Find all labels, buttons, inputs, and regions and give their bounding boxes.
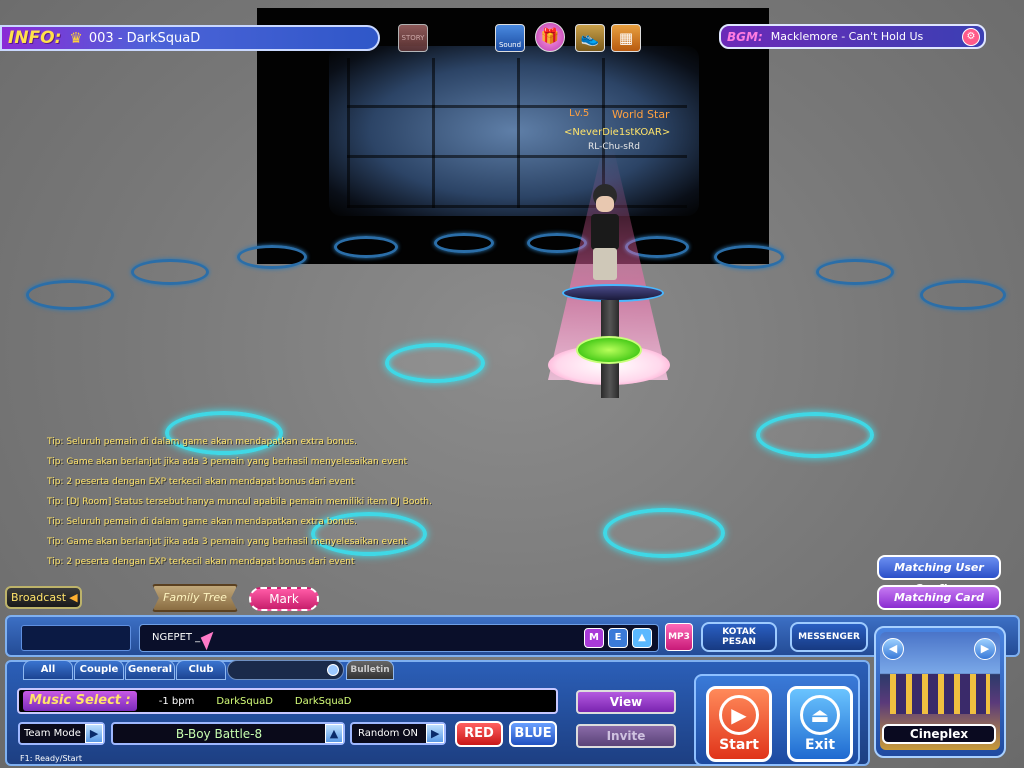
status-line: F1: Ready/Start — [20, 754, 83, 763]
broadcast-label: Broadcast — [11, 591, 67, 604]
tab-club[interactable]: Club — [176, 660, 226, 680]
bgm-song-title: Macklemore - Can't Hold Us — [770, 30, 924, 43]
song-selector[interactable]: B-Boy Battle-8 ▲ — [111, 722, 345, 745]
tip-line: Tip: Game akan berlanjut jika ada 3 pema… — [47, 537, 408, 547]
kotak-pesan-label-1: KOTAK — [722, 627, 756, 637]
crown-icon: ♛ — [69, 29, 83, 47]
team-red-button[interactable]: RED — [455, 721, 503, 747]
shoe-icon[interactable]: 👟 — [575, 24, 605, 52]
matching-user-confirm-button[interactable]: Matching User Confirm — [877, 555, 1001, 595]
family-tree-button[interactable]: Family Tree — [152, 584, 238, 612]
tip-line: Tip: 2 peserta dengan EXP terkecil akan … — [47, 477, 355, 487]
floor-ring — [131, 259, 209, 285]
exit-label: Exit — [804, 737, 836, 753]
tips-log: Tip: Seluruh pemain di dalam game akan m… — [47, 436, 507, 576]
song-artist: DarkSquaD — [216, 695, 273, 707]
player-guild: <NeverDie1stKOAR> — [564, 127, 671, 138]
bgm-settings-icon[interactable]: ⚙ — [962, 28, 980, 46]
venue-next-icon[interactable]: ▶ — [974, 638, 996, 660]
story-icon[interactable]: STORY — [398, 24, 428, 52]
song-list-up-icon[interactable]: ▲ — [325, 724, 343, 743]
mail-icon[interactable]: M — [584, 628, 604, 648]
megaphone-icon: ◀ — [69, 591, 78, 604]
floor-pattern-icon[interactable]: ▦ — [611, 24, 641, 52]
team-mode-label: Team Mode — [24, 728, 81, 739]
floor-ring — [385, 343, 485, 383]
gift-icon[interactable]: 🎁 — [535, 22, 565, 52]
floor-ring — [434, 233, 494, 253]
venue-prev-icon[interactable]: ◀ — [882, 638, 904, 660]
tab-bulletin[interactable]: Bulletin — [346, 660, 394, 680]
search-icon[interactable] — [327, 664, 339, 676]
chat-input[interactable]: NGEPET _ — [139, 624, 659, 652]
floor-ring — [527, 233, 587, 253]
song-name: B-Boy Battle-8 — [175, 726, 263, 741]
info-label: INFO: — [8, 28, 62, 48]
dj-booth-base-light — [576, 336, 642, 364]
team-mode-next-icon[interactable]: ▶ — [85, 724, 103, 743]
room-number-name: 003 - DarkSquaD — [88, 30, 201, 46]
chat-bar: NGEPET _ M E ▲ MP3 KOTAK PESAN MESSENGER — [5, 615, 1020, 657]
start-button[interactable]: ▶ Start — [706, 686, 772, 762]
start-label: Start — [719, 737, 759, 753]
venue-name: Cineplex — [882, 724, 996, 744]
chat-search-box[interactable] — [227, 660, 344, 680]
matching-card-button[interactable]: Matching Card — [877, 585, 1001, 610]
emoticon-icon[interactable]: E — [608, 628, 628, 648]
tip-line: Tip: Seluruh pemain di dalam game akan m… — [47, 437, 357, 447]
bgm-label: BGM: — [727, 29, 763, 44]
view-button[interactable]: View — [576, 690, 676, 714]
tab-all[interactable]: All — [23, 660, 73, 680]
floor-ring — [920, 280, 1006, 310]
mp3-icon[interactable]: MP3 — [665, 623, 693, 651]
story-icon-label: STORY — [401, 34, 425, 42]
player-title: World Star — [612, 108, 670, 121]
chat-input-text: NGEPET _ — [152, 632, 201, 643]
invite-button[interactable]: Invite — [576, 724, 676, 748]
sound-icon-label: Sound — [498, 41, 522, 49]
floor-ring — [237, 245, 307, 269]
team-mode-selector[interactable]: Team Mode ▶ — [18, 722, 105, 745]
exit-button[interactable]: ⏏ Exit — [787, 686, 853, 762]
tab-general[interactable]: General — [125, 660, 175, 680]
messenger-button[interactable]: MESSENGER — [790, 622, 868, 652]
dancer-avatar — [585, 184, 625, 282]
tip-line: Tip: [DJ Room] Status tersebut hanya mun… — [47, 497, 432, 507]
eject-icon: ⏏ — [800, 695, 840, 735]
player-level: Lv.5 — [569, 108, 590, 119]
broadcast-button[interactable]: Broadcast ◀ — [5, 586, 82, 609]
tip-line: Tip: Seluruh pemain di dalam game akan m… — [47, 517, 357, 527]
bgm-bar: BGM: Macklemore - Can't Hold Us ⚙ — [719, 24, 986, 49]
matching-card-label: Matching Card — [893, 591, 985, 604]
random-next-icon[interactable]: ▶ — [426, 724, 444, 743]
floor-ring — [26, 280, 114, 310]
music-select-bar: Music Select : -1 bpm DarkSquaD DarkSqua… — [17, 688, 558, 714]
random-selector[interactable]: Random ON ▶ — [350, 722, 446, 745]
room-info-bar: INFO: ♛ 003 - DarkSquaD — [0, 25, 380, 51]
tip-line: Tip: 2 peserta dengan EXP terkecil akan … — [47, 557, 355, 567]
floor-ring — [714, 245, 784, 269]
chat-channel-box[interactable] — [21, 625, 131, 651]
floor-ring — [816, 259, 894, 285]
floor-ring — [756, 412, 874, 458]
tab-couple[interactable]: Couple — [74, 660, 124, 680]
song-maker: DarkSquaD — [294, 695, 352, 707]
tip-line: Tip: Game akan berlanjut jika ada 3 pema… — [47, 457, 408, 467]
play-icon: ▶ — [719, 695, 759, 735]
kotak-pesan-button[interactable]: KOTAK PESAN — [701, 622, 777, 652]
sound-icon[interactable]: Sound — [495, 24, 525, 52]
floor-ring — [334, 236, 398, 258]
mark-button[interactable]: Mark — [249, 587, 319, 611]
team-blue-button[interactable]: BLUE — [509, 721, 557, 747]
expand-chat-icon[interactable]: ▲ — [632, 628, 652, 648]
music-select-label: Music Select : — [23, 691, 137, 711]
song-bpm: -1 bpm — [158, 695, 195, 707]
floor-ring — [603, 508, 725, 558]
random-label: Random ON — [358, 728, 418, 739]
kotak-pesan-label-2: PESAN — [722, 637, 756, 647]
